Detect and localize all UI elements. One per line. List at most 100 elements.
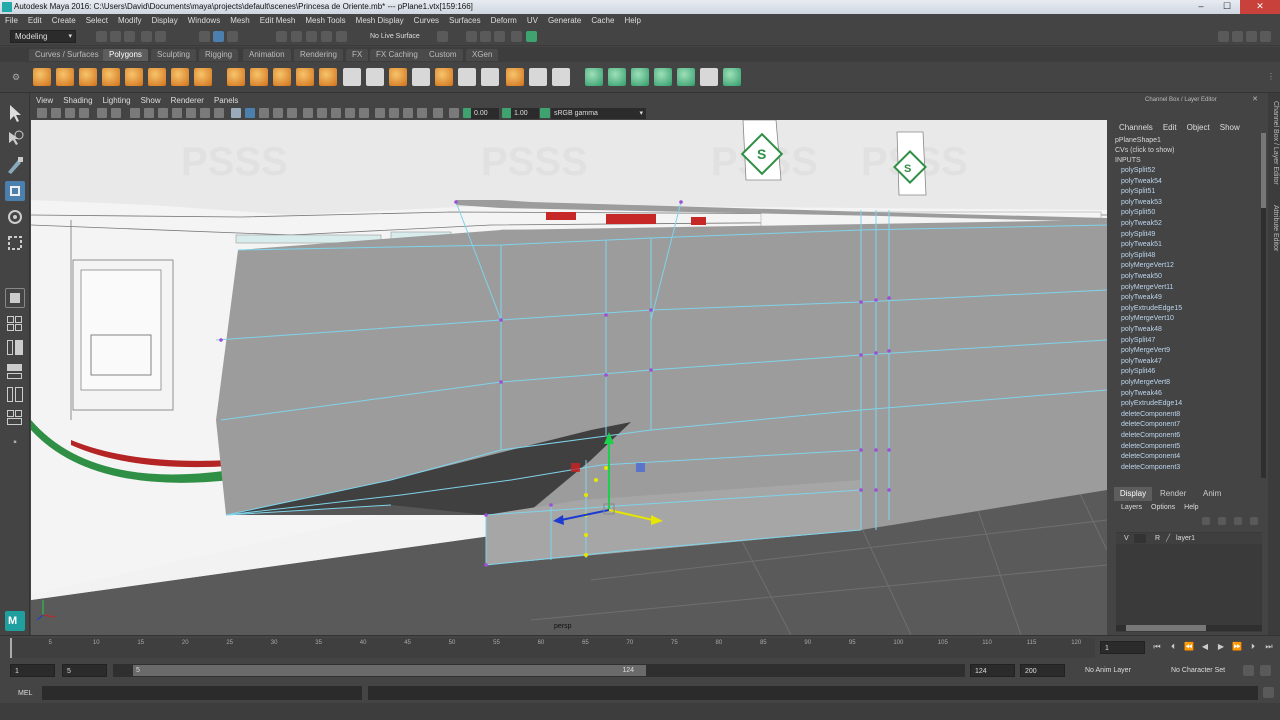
playback-start-field[interactable]: 5 bbox=[62, 664, 107, 677]
snap-grid-icon[interactable] bbox=[276, 31, 287, 42]
menu-edit-mesh[interactable]: Edit Mesh bbox=[255, 14, 301, 28]
input-node-item[interactable]: polyTweak49 bbox=[1121, 293, 1162, 303]
step-back-key-icon[interactable]: ⏪ bbox=[1184, 642, 1194, 652]
input-node-item[interactable]: polyTweak52 bbox=[1121, 219, 1162, 229]
layer-menu-help[interactable]: Help bbox=[1184, 504, 1198, 511]
combine-icon[interactable] bbox=[227, 68, 245, 86]
scale-tool-icon[interactable] bbox=[5, 233, 25, 253]
shelf-tab-rendering[interactable]: Rendering bbox=[294, 49, 343, 61]
modeling-toolkit-icon[interactable] bbox=[526, 31, 537, 42]
menu-modify[interactable]: Modify bbox=[113, 14, 147, 28]
input-node-item[interactable]: deleteComponent7 bbox=[1121, 420, 1180, 430]
wireframe-on-shaded-icon[interactable] bbox=[259, 108, 269, 118]
redo-icon[interactable] bbox=[155, 31, 166, 42]
menu-select[interactable]: Select bbox=[81, 14, 113, 28]
new-empty-layer-icon[interactable] bbox=[1234, 517, 1242, 525]
channelbox-scroll-thumb[interactable] bbox=[1261, 133, 1266, 208]
film-gate-icon[interactable] bbox=[144, 108, 154, 118]
close-button[interactable]: ✕ bbox=[1240, 0, 1280, 14]
input-node-item[interactable]: polyMergeVert11 bbox=[1121, 283, 1173, 293]
poly-pipe-icon[interactable] bbox=[194, 68, 212, 86]
four-view-icon[interactable] bbox=[5, 314, 25, 334]
select-object-icon[interactable] bbox=[213, 31, 224, 42]
input-node-item[interactable]: polySplit46 bbox=[1121, 367, 1155, 377]
shelf-tab-fx-caching[interactable]: FX Caching bbox=[370, 49, 424, 61]
workspace-icon[interactable] bbox=[1218, 31, 1229, 42]
input-node-item[interactable]: polyTweak53 bbox=[1121, 198, 1162, 208]
shadows-icon[interactable] bbox=[303, 108, 313, 118]
menu-deform[interactable]: Deform bbox=[486, 14, 522, 28]
append-icon[interactable] bbox=[412, 68, 430, 86]
undo-icon[interactable] bbox=[141, 31, 152, 42]
viewport-menu-shading[interactable]: Shading bbox=[58, 94, 97, 107]
depth-of-field-icon[interactable] bbox=[359, 108, 369, 118]
animation-end-field[interactable]: 200 bbox=[1020, 664, 1065, 677]
channel-box-icon[interactable] bbox=[1260, 31, 1271, 42]
layer-visibility-toggle[interactable]: V bbox=[1124, 533, 1129, 544]
poly-prism-icon[interactable] bbox=[171, 68, 189, 86]
poly-sphere-icon[interactable] bbox=[33, 68, 51, 86]
xray-active-icon[interactable] bbox=[403, 108, 413, 118]
shelf-tab-xgen[interactable]: XGen bbox=[466, 49, 499, 61]
layer-down-icon[interactable] bbox=[1218, 517, 1226, 525]
layer-render-toggle[interactable]: R bbox=[1155, 533, 1160, 544]
shelf-tab-fx[interactable]: FX bbox=[346, 49, 369, 61]
select-camera-icon[interactable] bbox=[37, 108, 47, 118]
go-to-end-icon[interactable]: ⏭ bbox=[1264, 642, 1274, 652]
exposure-field[interactable]: 0.00 bbox=[471, 108, 499, 119]
hypershade-icon[interactable] bbox=[511, 31, 522, 42]
animation-start-field[interactable]: 1 bbox=[10, 664, 55, 677]
more-layouts-icon[interactable]: ▪ bbox=[5, 433, 25, 453]
viewport-menu-renderer[interactable]: Renderer bbox=[166, 94, 209, 107]
persp-graph-layout-icon[interactable] bbox=[5, 362, 25, 382]
mirror-icon[interactable] bbox=[506, 68, 524, 86]
shelf-tab-polygons[interactable]: Polygons bbox=[103, 49, 148, 61]
grid-toggle-icon[interactable] bbox=[130, 108, 140, 118]
menu-mesh-display[interactable]: Mesh Display bbox=[351, 14, 409, 28]
pinch-icon[interactable] bbox=[654, 68, 672, 86]
single-perspective-view-icon[interactable] bbox=[5, 288, 25, 308]
viewport-menu-panels[interactable]: Panels bbox=[209, 94, 243, 107]
menu-create[interactable]: Create bbox=[47, 14, 81, 28]
input-node-item[interactable]: deleteComponent4 bbox=[1121, 452, 1180, 462]
shelf-scroll-icon[interactable]: ⋮ bbox=[1267, 72, 1278, 83]
cvs-label[interactable]: CVs (click to show) bbox=[1115, 146, 1175, 156]
outliner-layout-icon[interactable] bbox=[5, 385, 25, 405]
screen-space-ao-icon[interactable] bbox=[317, 108, 327, 118]
new-layer-selected-icon[interactable] bbox=[1250, 517, 1258, 525]
save-scene-icon[interactable] bbox=[124, 31, 135, 42]
viewport-menu-view[interactable]: View bbox=[31, 94, 58, 107]
layer-menu-options[interactable]: Options bbox=[1151, 504, 1175, 511]
select-tool-icon[interactable] bbox=[5, 103, 25, 123]
menu-generate[interactable]: Generate bbox=[543, 14, 586, 28]
menu-edit[interactable]: Edit bbox=[23, 14, 47, 28]
layer-menu-layers[interactable]: Layers bbox=[1121, 504, 1142, 511]
poly-cone-icon[interactable] bbox=[102, 68, 120, 86]
channelbox-close-icon[interactable]: ✕ bbox=[1252, 95, 1258, 103]
shape-name[interactable]: pPlaneShape1 bbox=[1115, 136, 1161, 146]
channelbox-menu-object[interactable]: Object bbox=[1187, 123, 1210, 132]
menu-cache[interactable]: Cache bbox=[586, 14, 619, 28]
input-node-item[interactable]: polyTweak46 bbox=[1121, 389, 1162, 399]
mel-label[interactable]: MEL bbox=[18, 687, 32, 700]
bookmark-icon[interactable] bbox=[65, 108, 75, 118]
range-bar[interactable]: 5 124 bbox=[133, 665, 646, 676]
lasso-tool-icon[interactable] bbox=[5, 129, 25, 149]
open-scene-icon[interactable] bbox=[110, 31, 121, 42]
layer-name[interactable]: layer1 bbox=[1176, 533, 1195, 544]
side-tab-attribute-editor[interactable]: Attribute Editor bbox=[1269, 205, 1279, 251]
layer-tab-render[interactable]: Render bbox=[1160, 487, 1186, 501]
channelbox-scrollbar[interactable] bbox=[1261, 133, 1266, 478]
layer-tab-display[interactable]: Display bbox=[1114, 487, 1152, 501]
shelf-tab-sculpting[interactable]: Sculpting bbox=[151, 49, 196, 61]
tool-settings-icon[interactable] bbox=[1246, 31, 1257, 42]
input-node-item[interactable]: polyExtrudeEdge14 bbox=[1121, 399, 1182, 409]
input-node-item[interactable]: deleteComponent8 bbox=[1121, 410, 1180, 420]
resolution-gate-icon[interactable] bbox=[158, 108, 168, 118]
input-node-item[interactable]: polySplit51 bbox=[1121, 187, 1155, 197]
new-scene-icon[interactable] bbox=[96, 31, 107, 42]
input-node-item[interactable]: polyExtrudeEdge15 bbox=[1121, 304, 1182, 314]
layer-scrollbar[interactable] bbox=[1116, 625, 1262, 631]
select-hierarchy-icon[interactable] bbox=[199, 31, 210, 42]
poly-torus-icon[interactable] bbox=[148, 68, 166, 86]
